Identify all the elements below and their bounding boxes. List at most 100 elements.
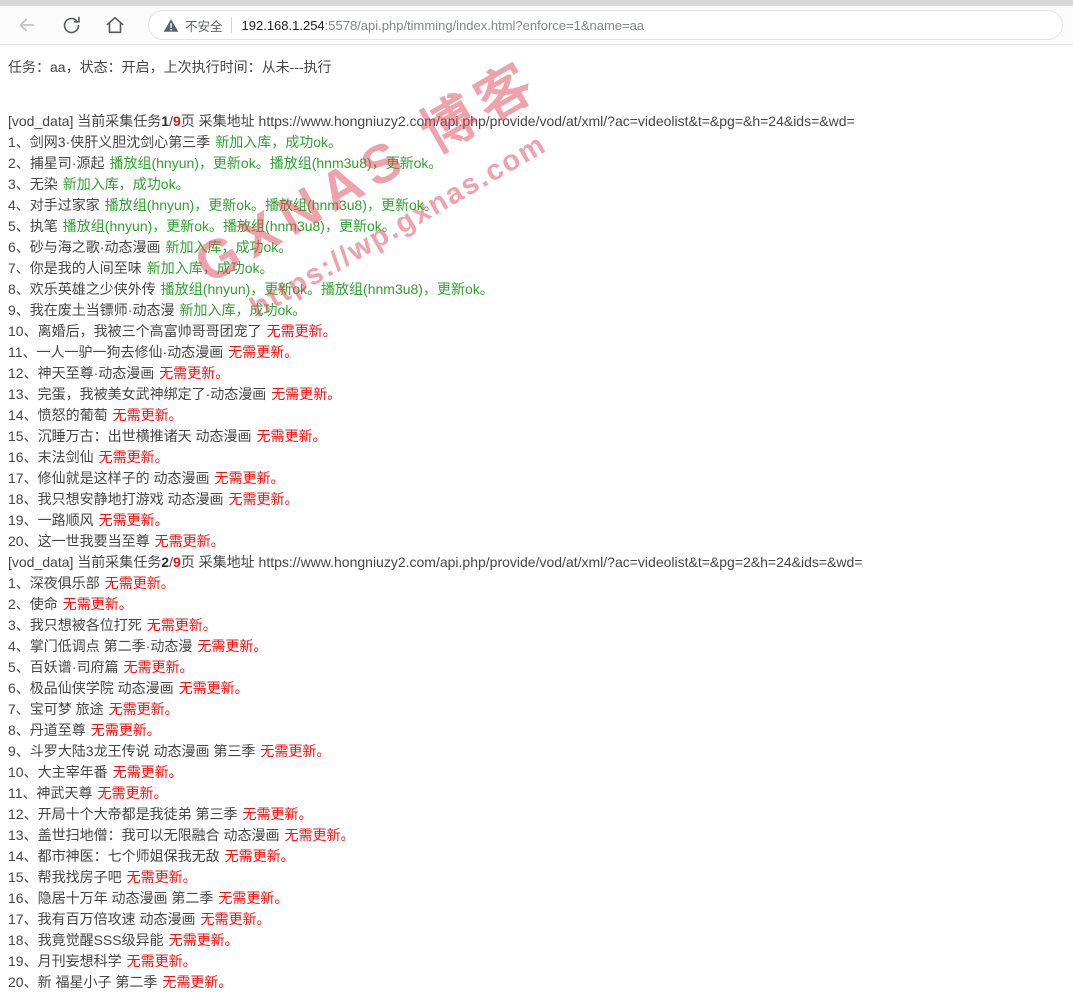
list-item: 10、大主宰年番无需更新。 xyxy=(8,762,1065,783)
task-status-line: 任务：aa，状态：开启，上次执行时间：从未---执行 xyxy=(8,57,1065,77)
item-status: 播放组(hnyun)，更新ok。播放组(hnm3u8)，更新ok。 xyxy=(63,218,396,234)
item-status: 无需更新。 xyxy=(99,449,169,465)
item-number: 19、 xyxy=(8,953,38,969)
list-item: 1、剑网3·侠肝义胆沈剑心第三季新加入库，成功ok。 xyxy=(8,132,1065,153)
item-title: 新 福星小子 第二季 xyxy=(38,974,158,990)
item-status: 无需更新。 xyxy=(147,617,217,633)
vod-section: [vod_data] 当前采集任务2/9页 采集地址 https://www.h… xyxy=(8,552,1065,993)
list-item: 3、无染新加入库，成功ok。 xyxy=(8,174,1065,195)
item-title: 我有百万倍攻速 动态漫画 xyxy=(38,911,196,927)
item-title: 无染 xyxy=(30,176,58,192)
list-item: 18、我竟觉醒SSS级异能无需更新。 xyxy=(8,930,1065,951)
item-status: 无需更新。 xyxy=(99,512,169,528)
item-title: 一人一驴一狗去修仙·动态漫画 xyxy=(37,344,224,360)
not-secure-label: 不安全 xyxy=(185,16,223,35)
item-title: 掌门低调点 第二季·动态漫 xyxy=(30,638,193,654)
section-header: [vod_data] 当前采集任务2/9页 采集地址 https://www.h… xyxy=(8,552,1065,573)
item-status: 无需更新。 xyxy=(284,827,354,843)
list-item: 6、极品仙侠学院 动态漫画无需更新。 xyxy=(8,678,1065,699)
item-number: 13、 xyxy=(8,827,38,843)
list-item: 20、这一世我要当至尊无需更新。 xyxy=(8,531,1065,552)
header-prefix: [vod_data] 当前采集任务 xyxy=(8,554,161,570)
list-item: 19、一路顺风无需更新。 xyxy=(8,510,1065,531)
item-status: 无需更新。 xyxy=(127,953,197,969)
item-status: 无需更新。 xyxy=(271,386,341,402)
item-title: 开局十个大帝都是我徒弟 第三季 xyxy=(38,806,238,822)
item-number: 9、 xyxy=(8,743,30,759)
list-item: 16、隐居十万年 动态漫画 第二季无需更新。 xyxy=(8,888,1065,909)
url-host: 192.168.1.254 xyxy=(242,18,325,33)
item-number: 2、 xyxy=(8,596,30,612)
item-title: 一路顺风 xyxy=(38,512,94,528)
list-item: 2、使命无需更新。 xyxy=(8,594,1065,615)
item-number: 3、 xyxy=(8,176,30,192)
item-status: 无需更新。 xyxy=(256,428,326,444)
list-item: 14、愤怒的葡萄无需更新。 xyxy=(8,405,1065,426)
item-title: 欢乐英雄之少侠外传 xyxy=(30,281,156,297)
item-number: 20、 xyxy=(8,533,38,549)
item-number: 11、 xyxy=(8,344,37,360)
back-button[interactable] xyxy=(10,10,44,40)
list-item: 11、神武天尊无需更新。 xyxy=(8,783,1065,804)
item-number: 7、 xyxy=(8,260,30,276)
item-number: 2、 xyxy=(8,155,30,171)
item-title: 砂与海之歌·动态漫画 xyxy=(30,239,161,255)
item-title: 斗罗大陆3龙王传说 动态漫画 第三季 xyxy=(30,743,256,759)
list-item: 7、你是我的人间至味新加入库，成功ok。 xyxy=(8,258,1065,279)
item-status: 无需更新。 xyxy=(98,785,168,801)
item-title: 神武天尊 xyxy=(37,785,93,801)
item-title: 这一世我要当至尊 xyxy=(38,533,150,549)
header-suffix: 页 采集地址 xyxy=(181,554,259,570)
item-number: 17、 xyxy=(8,911,38,927)
item-title: 我在废土当镖师·动态漫 xyxy=(30,302,175,318)
list-item: 2、捕星司·源起播放组(hnyun)，更新ok。播放组(hnm3u8)，更新ok… xyxy=(8,153,1065,174)
item-title: 大主宰年番 xyxy=(38,764,108,780)
list-item: 6、砂与海之歌·动态漫画新加入库，成功ok。 xyxy=(8,237,1065,258)
item-status: 播放组(hnyun)，更新ok。播放组(hnm3u8)，更新ok。 xyxy=(105,197,438,213)
item-number: 8、 xyxy=(8,281,30,297)
refresh-button[interactable] xyxy=(54,10,88,40)
item-title: 百妖谱·司府篇 xyxy=(30,659,119,675)
list-item: 13、完蛋，我被美女武神绑定了·动态漫画无需更新。 xyxy=(8,384,1065,405)
item-number: 6、 xyxy=(8,680,30,696)
list-item: 4、对手过家家播放组(hnyun)，更新ok。播放组(hnm3u8)，更新ok。 xyxy=(8,195,1065,216)
item-title: 盖世扫地僧：我可以无限融合 动态漫画 xyxy=(38,827,280,843)
page-content: 任务：aa，状态：开启，上次执行时间：从未---执行 [vod_data] 当前… xyxy=(0,45,1073,993)
item-number: 13、 xyxy=(8,386,38,402)
item-status: 新加入库，成功ok。 xyxy=(165,239,292,255)
list-item: 18、我只想安静地打游戏 动态漫画无需更新。 xyxy=(8,489,1065,510)
item-number: 19、 xyxy=(8,512,38,528)
item-status: 新加入库，成功ok。 xyxy=(63,176,190,192)
item-number: 10、 xyxy=(8,764,38,780)
item-number: 5、 xyxy=(8,659,30,675)
item-status: 播放组(hnyun)，更新ok。播放组(hnm3u8)，更新ok。 xyxy=(109,155,442,171)
url-bar[interactable]: 不安全 192.168.1.254:5578/api.php/timming/i… xyxy=(148,10,1063,40)
list-item: 10、离婚后，我被三个高富帅哥哥团宠了无需更新。 xyxy=(8,321,1065,342)
item-number: 5、 xyxy=(8,218,30,234)
not-secure-warning-icon xyxy=(163,18,179,33)
item-status: 无需更新。 xyxy=(159,365,229,381)
url-divider xyxy=(231,17,232,33)
item-status: 无需更新。 xyxy=(228,491,298,507)
home-button[interactable] xyxy=(98,10,132,40)
collect-url: https://www.hongniuzy2.com/api.php/provi… xyxy=(259,554,863,570)
item-title: 神天至尊·动态漫画 xyxy=(38,365,155,381)
item-title: 执笔 xyxy=(30,218,58,234)
item-status: 无需更新。 xyxy=(197,638,267,654)
item-number: 14、 xyxy=(8,848,38,864)
item-title: 修仙就是这样子的 动态漫画 xyxy=(38,470,210,486)
item-title: 末法剑仙 xyxy=(38,449,94,465)
item-number: 11、 xyxy=(8,785,37,801)
item-status: 无需更新。 xyxy=(105,575,175,591)
item-title: 离婚后，我被三个高富帅哥哥团宠了 xyxy=(38,323,262,339)
item-title: 隐居十万年 动态漫画 第二季 xyxy=(38,890,214,906)
item-status: 无需更新。 xyxy=(109,701,179,717)
sections: [vod_data] 当前采集任务1/9页 采集地址 https://www.h… xyxy=(8,111,1065,993)
item-title: 我只想安静地打游戏 动态漫画 xyxy=(38,491,224,507)
item-title: 对手过家家 xyxy=(30,197,100,213)
header-suffix: 页 采集地址 xyxy=(181,113,259,129)
item-status: 无需更新。 xyxy=(63,596,133,612)
list-item: 5、百妖谱·司府篇无需更新。 xyxy=(8,657,1065,678)
list-item: 4、掌门低调点 第二季·动态漫无需更新。 xyxy=(8,636,1065,657)
item-status: 无需更新。 xyxy=(218,890,288,906)
